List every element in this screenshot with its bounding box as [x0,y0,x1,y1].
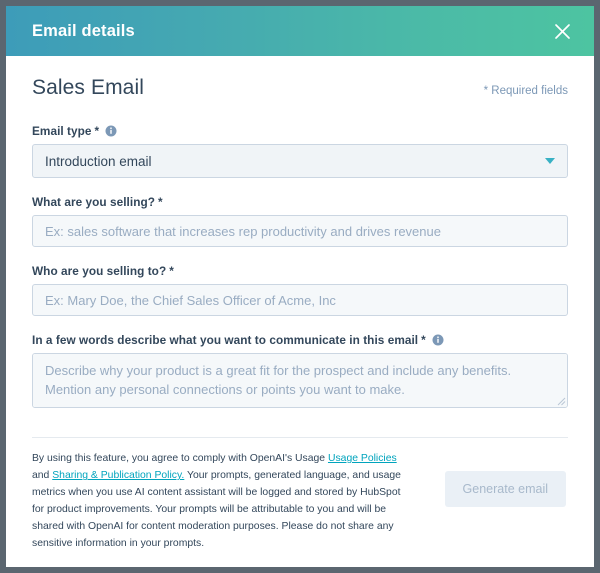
field-communicate: In a few words describe what you want to… [32,333,568,408]
field-label-text: In a few words describe what you want to… [32,333,419,347]
required-fields-note: * Required fields [483,85,568,97]
required-asterisk: * [157,195,163,209]
field-selling-what: What are you selling? * [32,195,568,247]
modal-footer: By using this feature, you agree to comp… [32,437,568,567]
field-label-selling-to: Who are you selling to? * [32,264,568,278]
required-asterisk: * [421,333,426,347]
selling-what-input[interactable] [32,215,568,247]
field-selling-to: Who are you selling to? * [32,264,568,316]
modal-header: Email details [6,6,594,56]
required-asterisk: * [94,124,100,138]
page-title: Sales Email [32,76,144,99]
ai-disclaimer-text: By using this feature, you agree to comp… [32,451,408,553]
disclaimer-part-1: By using this feature, you agree to comp… [32,453,328,465]
modal-body: Sales Email * Required fields Email type… [6,56,594,425]
modal-title: Email details [32,21,135,40]
page-title-row: Sales Email * Required fields [32,76,568,100]
disclaimer-part-3: Your prompts, generated language, and us… [32,470,401,550]
sharing-publication-policy-link[interactable]: Sharing & Publication Policy. [52,470,184,481]
email-type-selected-value: Introduction email [45,153,152,169]
info-circle-icon[interactable] [432,334,444,346]
usage-policies-link[interactable]: Usage Policies [328,453,397,464]
close-icon[interactable] [548,17,576,45]
field-label-text: What are you selling? [32,195,155,209]
field-email-type: Email type * Introduction email [32,124,568,178]
communicate-textarea-wrap [32,353,568,408]
field-label-text: Email type [32,124,92,138]
chevron-down-icon [545,158,555,164]
required-asterisk: * [169,264,174,278]
selling-to-input[interactable] [32,284,568,316]
field-label-selling-what: What are you selling? * [32,195,568,209]
field-label-email-type: Email type * [32,124,568,138]
field-label-communicate: In a few words describe what you want to… [32,333,568,347]
communicate-textarea[interactable] [32,353,568,408]
email-type-select[interactable]: Introduction email [32,144,568,178]
field-label-text: Who are you selling to? [32,264,167,278]
info-circle-icon[interactable] [105,125,117,137]
email-details-modal: Email details Sales Email * Required fie… [0,0,600,573]
disclaimer-part-2: and [32,470,53,482]
generate-email-button[interactable]: Generate email [444,471,566,508]
